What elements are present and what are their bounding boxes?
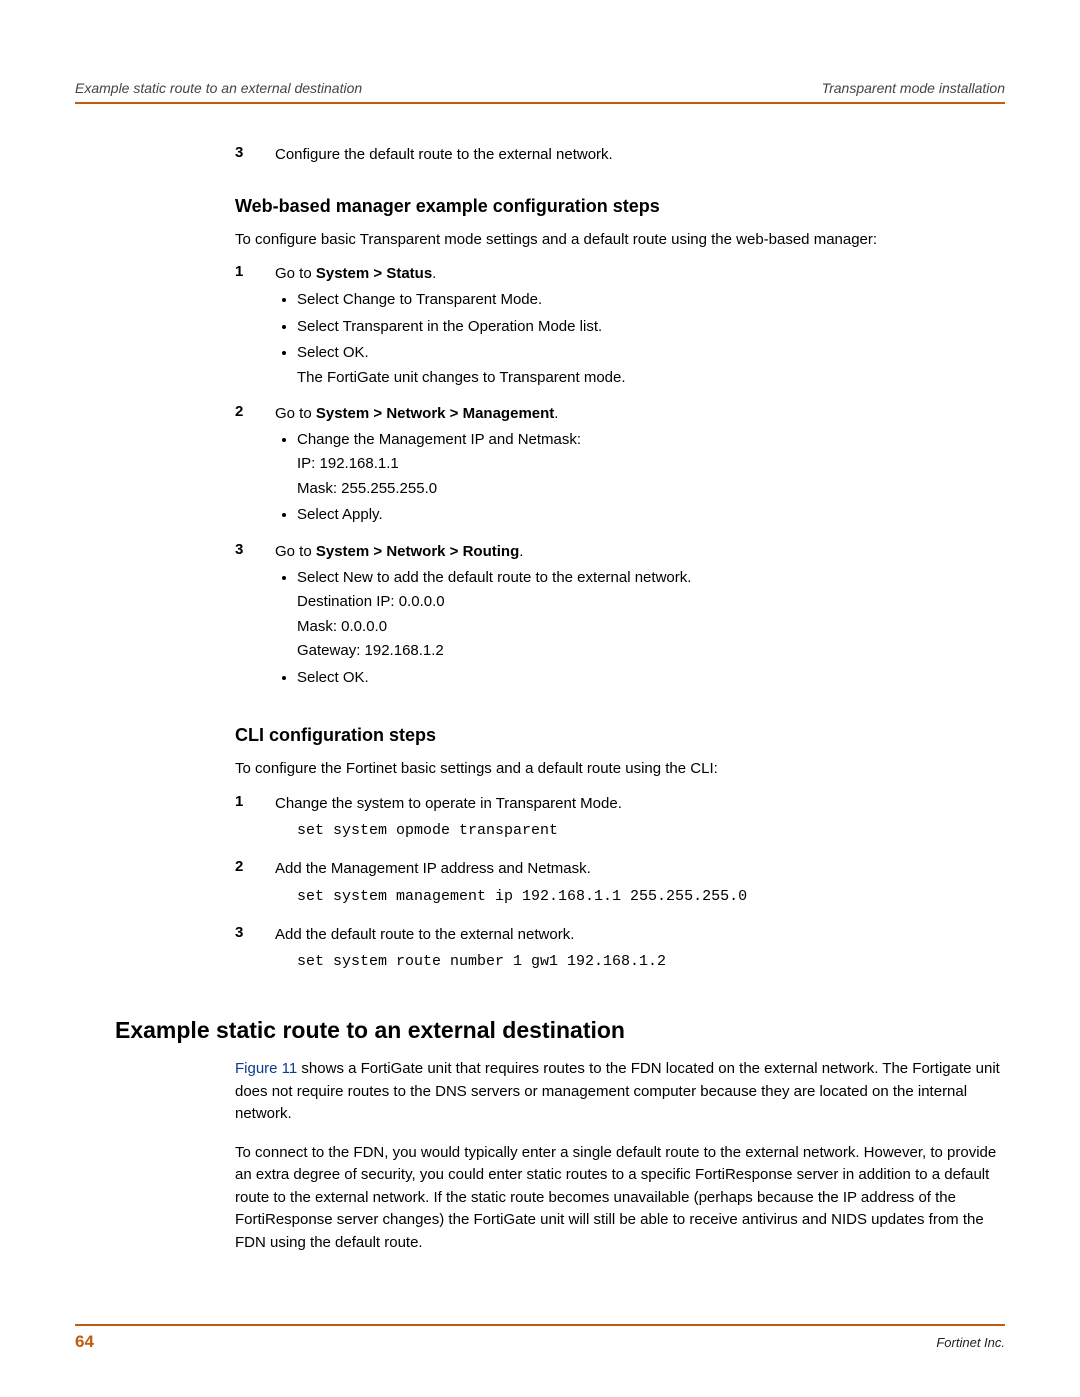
step-text: Add the Management IP address and Netmas… [275,858,1005,916]
cli-code: set system management ip 192.168.1.1 255… [297,886,1005,908]
step-number: 2 [235,403,275,533]
step-text: Configure the default route to the exter… [275,144,1005,166]
text-prefix: Go to [275,265,316,282]
bullet-item: Select Apply. [297,504,1005,527]
sub-line: Mask: 0.0.0.0 [297,616,1005,639]
step-number: 1 [235,263,275,395]
page-number: 64 [75,1332,94,1352]
step-number: 3 [235,144,275,166]
step-text: Go to System > Network > Routing. Select… [275,541,1005,695]
step-number: 3 [235,541,275,695]
cli-step-2: 2 Add the Management IP address and Netm… [235,858,1005,916]
cli-code: set system opmode transparent [297,820,1005,842]
bullet-text: Select New to add the default route to t… [297,569,691,586]
step-number: 2 [235,858,275,916]
bullet-item: Select Change to Transparent Mode. [297,289,1005,312]
cli-step-1: 1 Change the system to operate in Transp… [235,793,1005,851]
step-text: Add the default route to the external ne… [275,924,1005,982]
step-number: 3 [235,924,275,982]
example-paragraph-2: To connect to the FDN, you would typical… [235,1142,1005,1255]
bullet-item: Select OK. [297,667,1005,690]
text-suffix: . [432,265,436,282]
sub-line: Destination IP: 0.0.0.0 [297,591,1005,614]
footer: 64 Fortinet Inc. [75,1324,1005,1352]
cli-step-3: 3 Add the default route to the external … [235,924,1005,982]
running-header: Example static route to an external dest… [75,80,1005,104]
cli-step-text: Change the system to operate in Transpar… [275,795,622,812]
step-text: Go to System > Network > Management. Cha… [275,403,1005,533]
web-step-3: 3 Go to System > Network > Routing. Sele… [235,541,1005,695]
cli-step-text: Add the Management IP address and Netmas… [275,860,591,877]
step-text: Change the system to operate in Transpar… [275,793,1005,851]
bullet-extra: The FortiGate unit changes to Transparen… [297,367,1005,390]
web-step-1: 1 Go to System > Status. Select Change t… [235,263,1005,395]
text-suffix: . [554,405,558,422]
text-bold: System > Network > Routing [316,543,519,560]
text-bold: System > Status [316,265,432,282]
step-number: 1 [235,793,275,851]
footer-company: Fortinet Inc. [936,1335,1005,1350]
top-step: 3 Configure the default route to the ext… [235,144,1005,166]
cli-step-text: Add the default route to the external ne… [275,926,574,943]
cli-code: set system route number 1 gw1 192.168.1.… [297,951,1005,973]
header-right: Transparent mode installation [822,80,1005,96]
web-section-title: Web-based manager example configuration … [235,196,1005,217]
text-suffix: . [519,543,523,560]
sub-line: IP: 192.168.1.1 [297,453,1005,476]
bullet-list: Change the Management IP and Netmask: IP… [275,429,1005,527]
web-step-2: 2 Go to System > Network > Management. C… [235,403,1005,533]
web-section-intro: To configure basic Transparent mode sett… [235,229,1005,252]
example-paragraph-1: Figure 11 shows a FortiGate unit that re… [235,1058,1005,1126]
bullet-list: Select New to add the default route to t… [275,567,1005,690]
example-section-title: Example static route to an external dest… [115,1017,1005,1044]
paragraph-rest: shows a FortiGate unit that requires rou… [235,1060,1000,1122]
bullet-text: Change the Management IP and Netmask: [297,431,581,448]
cli-section-title: CLI configuration steps [235,725,1005,746]
step-text: Go to System > Status. Select Change to … [275,263,1005,395]
cli-section-intro: To configure the Fortinet basic settings… [235,758,1005,781]
sub-line: Mask: 255.255.255.0 [297,478,1005,501]
header-left: Example static route to an external dest… [75,80,362,96]
bullet-item: Select Transparent in the Operation Mode… [297,316,1005,339]
sub-line: Gateway: 192.168.1.2 [297,640,1005,663]
bullet-list: Select Change to Transparent Mode. Selec… [275,289,1005,389]
text-bold: System > Network > Management [316,405,554,422]
bullet-text: Select OK. [297,344,369,361]
page: Example static route to an external dest… [0,0,1080,1392]
bullet-item: Change the Management IP and Netmask: IP… [297,429,1005,501]
figure-link[interactable]: Figure 11 [235,1060,297,1077]
text-prefix: Go to [275,543,316,560]
body-content: 3 Configure the default route to the ext… [235,144,1005,1254]
text-prefix: Go to [275,405,316,422]
bullet-item: Select OK. The FortiGate unit changes to… [297,342,1005,389]
bullet-item: Select New to add the default route to t… [297,567,1005,663]
